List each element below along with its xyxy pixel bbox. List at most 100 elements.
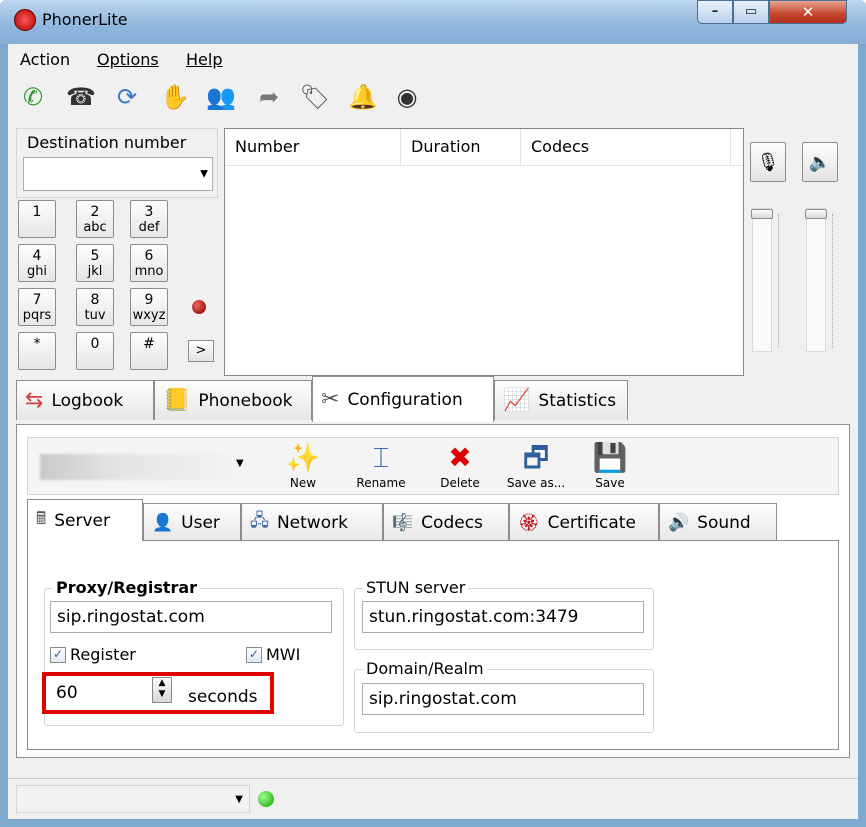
key-hash[interactable]: #	[130, 332, 168, 370]
status-led-icon	[192, 300, 206, 314]
key-7[interactable]: 7 pqrs	[18, 288, 56, 326]
microphone-volume-slider[interactable]	[751, 208, 773, 352]
tab-statistics[interactable]: 📈 Statistics	[494, 380, 628, 420]
key-star[interactable]: *	[18, 332, 56, 370]
key-3[interactable]: 3 def	[130, 200, 168, 238]
mwi-check[interactable]: ✓	[246, 646, 262, 663]
statistics-icon: 📈	[503, 388, 531, 413]
client-area: Action Options Help ✆ ☎ ⟳ ✋ 👥 ➦ 🏷 🔔 ◉ De…	[8, 44, 858, 819]
app-window: PhonerLite – ▭ ✕ Action Options Help ✆ ☎…	[0, 0, 866, 827]
hangup-icon[interactable]: ☎	[66, 82, 96, 112]
bell-icon[interactable]: 🔔	[348, 82, 378, 112]
key-5[interactable]: 5 jkl	[76, 244, 114, 282]
speaker-slider-thumb[interactable]	[805, 209, 827, 219]
key-1[interactable]: 1	[18, 200, 56, 238]
incognito-icon[interactable]: ◉	[392, 82, 422, 112]
microphone-slider-thumb[interactable]	[751, 209, 773, 219]
register-check[interactable]: ✓	[50, 646, 66, 663]
chevron-down-icon[interactable]: ▼	[236, 458, 244, 469]
domain-realm-label: Domain/Realm	[363, 659, 487, 678]
server-settings-panel: Proxy/Registrar sip.ringostat.com ✓ Regi…	[27, 540, 839, 750]
proxy-registrar-label: Proxy/Registrar	[53, 578, 201, 597]
tab-network[interactable]: 🖧 Network	[241, 503, 383, 541]
save-profile-button[interactable]: 💾 Save	[588, 442, 632, 494]
register-checkbox[interactable]: ✓ Register	[50, 645, 136, 664]
account-select[interactable]: ▼	[16, 785, 250, 813]
tab-server[interactable]: 🖩 Server	[27, 499, 143, 541]
logbook-icon: ⇆	[25, 388, 44, 413]
menu-options[interactable]: Options	[97, 50, 159, 69]
speaker-volume-slider[interactable]	[805, 208, 827, 352]
tab-codecs[interactable]: 🎼 Codecs	[383, 503, 509, 541]
mwi-checkbox[interactable]: ✓ MWI	[246, 645, 300, 664]
toolbar: ✆ ☎ ⟳ ✋ 👥 ➦ 🏷 🔔 ◉	[8, 76, 858, 118]
destination-group: Destination number ▼	[16, 128, 218, 198]
menu-action[interactable]: Action	[20, 50, 70, 69]
certificate-seal-icon: 🏵	[518, 512, 540, 533]
server-icon: 🖩	[36, 509, 47, 529]
codecs-icon: 🎼	[392, 512, 414, 533]
delete-icon: ✖	[448, 441, 472, 474]
window-title: PhonerLite	[42, 10, 128, 29]
mute-speaker-icon[interactable]: 🔈	[802, 142, 838, 182]
highlight-box	[42, 672, 274, 714]
domain-realm-input[interactable]: sip.ringostat.com	[362, 683, 644, 715]
call-list[interactable]: Number Duration Codecs	[224, 128, 744, 376]
slider-ticks	[832, 214, 835, 348]
tab-logbook[interactable]: ⇆ Logbook	[16, 380, 154, 420]
speaker-icon: 🔊	[668, 512, 690, 533]
stun-server-input[interactable]: stun.ringostat.com:3479	[362, 601, 644, 633]
menu-bar: Action Options Help	[8, 44, 858, 74]
user-icon: 👤	[152, 512, 174, 533]
transfer-icon[interactable]: ➦	[254, 82, 284, 112]
menu-help[interactable]: Help	[186, 50, 222, 69]
tab-phonebook[interactable]: 📒 Phonebook	[154, 380, 312, 420]
save-as-profile-button[interactable]: 🗗 Save as...	[498, 442, 574, 494]
tab-configuration[interactable]: ✂ Configuration	[312, 376, 494, 422]
registration-status-icon	[258, 791, 274, 807]
new-profile-button[interactable]: ✨ New	[278, 442, 328, 494]
redial-icon[interactable]: ⟳	[112, 82, 142, 112]
chevron-down-icon[interactable]: ▼	[235, 794, 243, 805]
rename-profile-button[interactable]: ⌶ Rename	[350, 442, 412, 494]
keypad-more-button[interactable]: >	[188, 340, 214, 362]
header-divider	[225, 165, 743, 166]
destination-input[interactable]: ▼	[23, 157, 213, 191]
rename-icon: ⌶	[372, 441, 390, 474]
key-6[interactable]: 6 mno	[130, 244, 168, 282]
tab-certificate[interactable]: 🏵 Certificate	[509, 503, 659, 541]
proxy-registrar-input[interactable]: sip.ringostat.com	[50, 601, 332, 633]
key-0[interactable]: 0	[76, 332, 114, 370]
key-8[interactable]: 8 tuv	[76, 288, 114, 326]
key-9[interactable]: 9 wxyz	[130, 288, 168, 326]
magic-wand-icon: ✨	[285, 441, 321, 474]
phonerlite-logo-icon	[14, 9, 36, 31]
key-4[interactable]: 4 ghi	[18, 244, 56, 282]
maximize-button[interactable]: ▭	[733, 0, 769, 24]
key-2[interactable]: 2 abc	[76, 200, 114, 238]
save-as-icon: 🗗	[522, 441, 550, 474]
dnd-icon[interactable]: 🏷	[300, 82, 330, 112]
column-number[interactable]: Number	[225, 129, 401, 165]
chevron-down-icon[interactable]: ▼	[200, 169, 208, 180]
stun-server-label: STUN server	[363, 578, 469, 597]
profile-select[interactable]	[40, 454, 230, 480]
phonebook-icon: 📒	[163, 388, 191, 413]
status-bar: ▼	[8, 778, 858, 819]
close-button[interactable]: ✕	[769, 0, 847, 24]
delete-profile-button[interactable]: ✖ Delete	[434, 442, 486, 494]
call-icon[interactable]: ✆	[18, 82, 48, 112]
tools-icon: ✂	[321, 387, 340, 412]
column-duration[interactable]: Duration	[401, 129, 521, 165]
title-bar: PhonerLite – ▭ ✕	[0, 0, 866, 44]
hold-icon[interactable]: ✋	[160, 82, 190, 112]
tab-user[interactable]: 👤 User	[143, 503, 241, 541]
tab-sound[interactable]: 🔊 Sound	[659, 503, 777, 541]
network-icon: 🖧	[250, 511, 269, 531]
column-codecs[interactable]: Codecs	[521, 129, 731, 165]
conference-icon[interactable]: 👥	[206, 82, 236, 112]
minimize-button[interactable]: –	[697, 0, 733, 24]
profile-bar: ▼ ✨ New ⌶ Rename ✖ Delete 🗗 Save as... 💾…	[27, 437, 839, 495]
mute-microphone-icon[interactable]: 🎙	[750, 142, 786, 182]
slider-ticks	[778, 214, 781, 348]
